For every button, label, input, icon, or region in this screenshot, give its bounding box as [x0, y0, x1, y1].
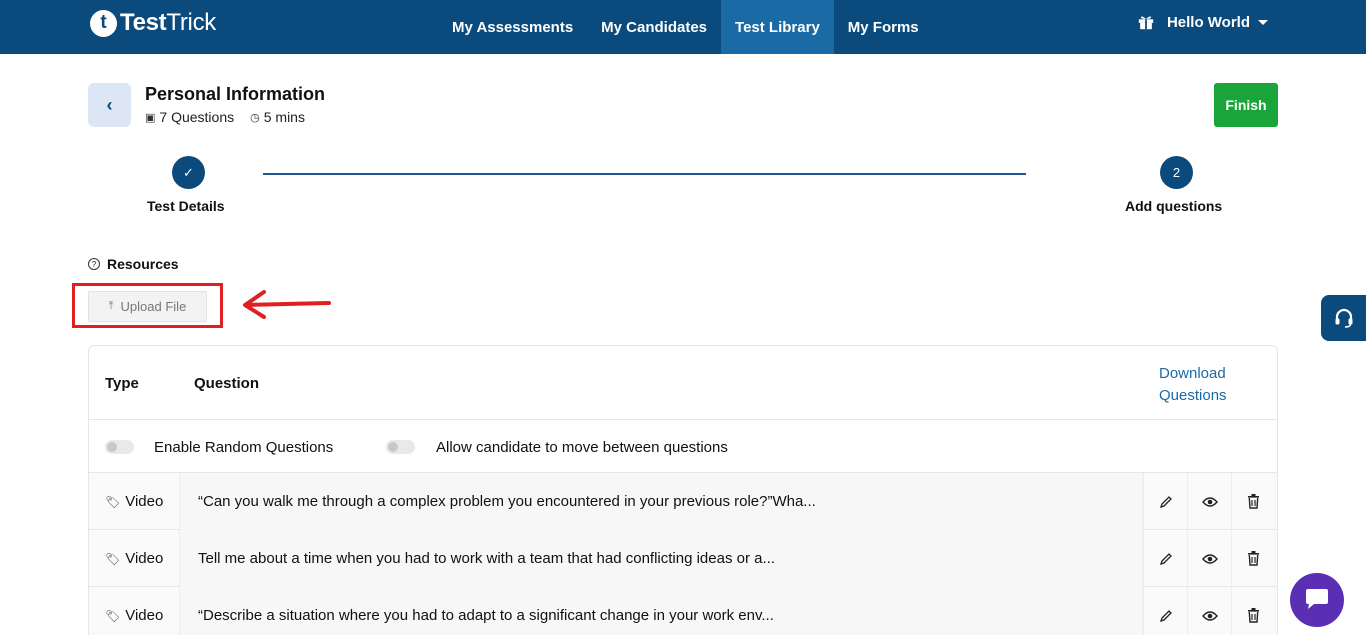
pencil-icon — [1159, 495, 1172, 508]
gift-icon[interactable] — [1137, 13, 1155, 31]
delete-button[interactable] — [1231, 530, 1275, 587]
settings-row: Enable Random Questions Allow candidate … — [89, 420, 1277, 473]
resources-label: Resources — [107, 256, 179, 272]
edit-button[interactable] — [1143, 473, 1187, 530]
test-meta: ▣ 7 Questions ◷ 5 mins — [145, 109, 321, 125]
question-type: 🏷 Video — [89, 473, 179, 530]
step-1-label: Test Details — [147, 198, 225, 214]
download-questions-link[interactable]: Download Questions — [1159, 363, 1227, 407]
chat-button[interactable] — [1290, 573, 1344, 627]
upload-icon: ⤒ — [108, 300, 114, 312]
page-title: Personal Information — [145, 84, 326, 104]
move-between-label: Allow candidate to move between question… — [436, 439, 728, 456]
type-label: Video — [125, 550, 164, 567]
question-text: “Describe a situation where you had to a… — [179, 587, 1143, 635]
question-type: 🏷 Video — [89, 530, 179, 587]
eye-icon — [1201, 496, 1218, 507]
help-icon: ? — [88, 258, 100, 270]
move-between-toggle[interactable] — [386, 440, 415, 454]
logo-text: TestTrick — [120, 9, 216, 36]
table-row: 🏷 Video “Can you walk me through a comple… — [89, 473, 1277, 530]
nav-my-forms[interactable]: My Forms — [834, 0, 933, 54]
pencil-icon — [1159, 609, 1172, 622]
download-line-1[interactable]: Download — [1159, 363, 1227, 385]
eye-icon — [1201, 610, 1218, 621]
edit-button[interactable] — [1143, 530, 1187, 587]
tag-icon: 🏷 — [105, 494, 121, 509]
question-text: Tell me about a time when you had to wor… — [179, 530, 1143, 587]
chevron-down-icon[interactable] — [1258, 19, 1268, 25]
chat-icon — [1306, 589, 1328, 609]
preview-button[interactable] — [1187, 530, 1231, 587]
preview-button[interactable] — [1187, 473, 1231, 530]
user-name[interactable]: Hello World — [1167, 14, 1250, 31]
logo-mark: t — [90, 9, 117, 37]
step-1-check-icon: ✓ — [172, 156, 205, 189]
clock-icon: ◷ — [250, 111, 260, 124]
nav-my-assessments[interactable]: My Assessments — [438, 0, 587, 54]
red-arrow-icon — [243, 290, 331, 319]
eye-icon — [1201, 553, 1218, 564]
column-type: Type — [105, 375, 139, 392]
table-header: Type Question Download Questions — [89, 346, 1277, 420]
trash-icon — [1248, 551, 1259, 566]
finish-button[interactable]: Finish — [1214, 83, 1278, 127]
step-2-marker: 2 — [1160, 156, 1193, 189]
delete-button[interactable] — [1231, 587, 1275, 635]
duration: ◷ 5 mins — [250, 109, 305, 125]
support-button[interactable] — [1321, 295, 1366, 341]
table-row: 🏷 Video Tell me about a time when you had… — [89, 530, 1277, 587]
delete-button[interactable] — [1231, 473, 1275, 530]
back-button[interactable]: ‹ — [88, 83, 131, 127]
type-label: Video — [125, 607, 164, 624]
upload-file-label: Upload File — [120, 299, 187, 314]
type-label: Video — [125, 493, 164, 510]
random-questions-toggle[interactable] — [105, 440, 134, 454]
question-count-text: 7 Questions — [159, 109, 235, 125]
download-line-2[interactable]: Questions — [1159, 385, 1227, 407]
trash-icon — [1248, 608, 1259, 623]
tag-icon: 🏷 — [105, 608, 121, 623]
main-nav: My Assessments My Candidates Test Librar… — [438, 0, 933, 54]
tag-icon: 🏷 — [105, 551, 121, 566]
top-navbar: t TestTrick My Assessments My Candidates… — [0, 0, 1366, 54]
nav-test-library[interactable]: Test Library — [721, 0, 834, 54]
upload-file-button[interactable]: ⤒ Upload File — [88, 291, 207, 322]
trash-icon — [1248, 494, 1259, 509]
step-2-label: Add questions — [1125, 198, 1223, 214]
stepper-line — [263, 173, 1026, 175]
column-question: Question — [194, 375, 260, 392]
user-menu[interactable]: Hello World — [1137, 0, 1268, 44]
resources-heading: ? Resources — [88, 256, 179, 272]
testtrick-logo[interactable]: t TestTrick — [90, 9, 216, 37]
document-icon: ▣ — [145, 111, 156, 124]
question-text: “Can you walk me through a complex probl… — [179, 473, 1143, 530]
preview-button[interactable] — [1187, 587, 1231, 635]
edit-button[interactable] — [1143, 587, 1187, 635]
table-row: 🏷 Video “Describe a situation where you h… — [89, 587, 1277, 635]
pencil-icon — [1159, 552, 1172, 565]
question-count: ▣ 7 Questions — [145, 109, 234, 125]
duration-text: 5 mins — [263, 109, 305, 125]
question-type: 🏷 Video — [89, 587, 179, 635]
nav-my-candidates[interactable]: My Candidates — [587, 0, 721, 54]
questions-table: Type Question Download Questions Enable … — [88, 345, 1278, 635]
headset-icon — [1335, 308, 1352, 328]
random-questions-label: Enable Random Questions — [154, 439, 334, 456]
